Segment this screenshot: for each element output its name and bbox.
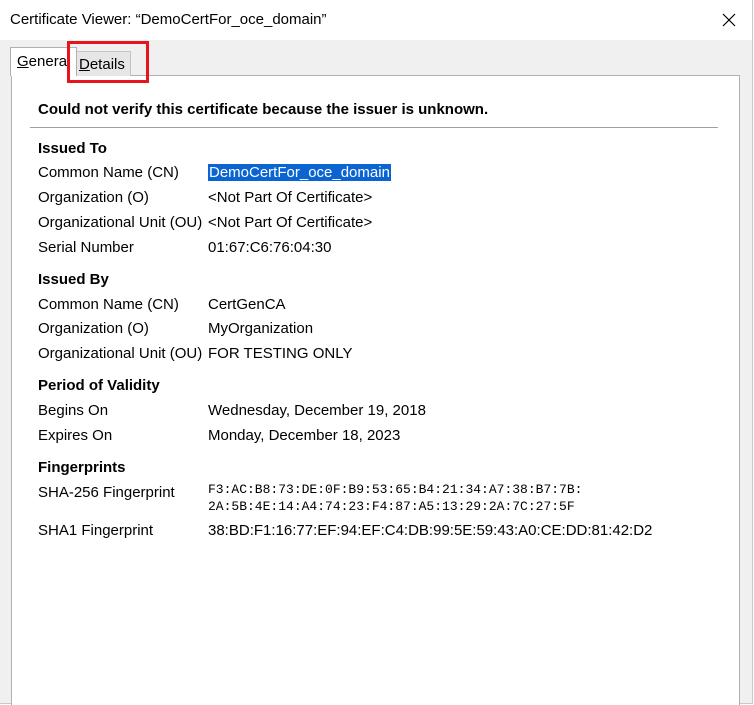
issued-by-ou-label: Organizational Unit (OU) — [38, 345, 203, 362]
sha256-line-1[interactable]: F3:AC:B8:73:DE:0F:B9:53:65:B4:21:34:A7:3… — [208, 481, 582, 498]
close-icon — [722, 13, 736, 27]
verification-warning: Could not verify this certificate becaus… — [38, 101, 489, 118]
tab-general-label: General — [17, 53, 70, 70]
issued-by-o-value[interactable]: MyOrganization — [208, 320, 313, 337]
selected-text[interactable]: DemoCertFor_oce_domain — [208, 164, 391, 181]
begins-on-value[interactable]: Wednesday, December 19, 2018 — [208, 402, 426, 419]
expires-on-label: Expires On — [38, 427, 113, 444]
expires-on-value[interactable]: Monday, December 18, 2023 — [208, 427, 400, 444]
tab-details-rest: etails — [89, 56, 125, 73]
sha1-label: SHA1 Fingerprint — [38, 522, 154, 539]
begins-on-label: Begins On — [38, 402, 109, 419]
tab-details-mnemonic: D — [79, 56, 90, 73]
issued-to-cn-value[interactable]: DemoCertFor_oce_domain — [208, 164, 391, 181]
issued-to-ou-value[interactable]: <Not Part Of Certificate> — [208, 214, 372, 231]
tab-general[interactable]: General — [10, 47, 78, 76]
issued-to-o-value[interactable]: <Not Part Of Certificate> — [208, 189, 372, 206]
serial-number-label: Serial Number — [38, 239, 134, 256]
tab-details-label: Details — [79, 56, 125, 73]
tab-details[interactable]: Details — [73, 51, 131, 76]
sha256-line-2[interactable]: 2A:5B:4E:14:A4:74:23:F4:87:A5:13:29:2A:7… — [208, 498, 575, 515]
issued-to-cn-label: Common Name (CN) — [38, 164, 179, 181]
separator — [30, 127, 718, 128]
close-button[interactable] — [706, 0, 752, 40]
certificate-viewer-window: Certificate Viewer: “DemoCertFor_oce_dom… — [0, 0, 753, 705]
issued-by-cn-label: Common Name (CN) — [38, 296, 179, 313]
issued-by-cn-value[interactable]: CertGenCA — [208, 296, 286, 313]
issued-to-ou-label: Organizational Unit (OU) — [38, 214, 203, 231]
issued-by-heading: Issued By — [38, 271, 109, 288]
validity-heading: Period of Validity — [38, 377, 160, 394]
issued-to-o-label: Organization (O) — [38, 189, 149, 206]
sha1-value[interactable]: 38:BD:F1:16:77:EF:94:EF:C4:DB:99:5E:59:4… — [208, 522, 652, 539]
issued-by-ou-value[interactable]: FOR TESTING ONLY — [208, 345, 352, 362]
serial-number-value[interactable]: 01:67:C6:76:04:30 — [208, 239, 331, 256]
sha256-label: SHA-256 Fingerprint — [38, 484, 175, 501]
tab-general-rest: eneral — [28, 53, 71, 70]
issued-by-o-label: Organization (O) — [38, 320, 149, 337]
title-bar: Certificate Viewer: “DemoCertFor_oce_dom… — [0, 0, 752, 40]
fingerprints-heading: Fingerprints — [38, 459, 126, 476]
window-title: Certificate Viewer: “DemoCertFor_oce_dom… — [10, 11, 327, 28]
issued-to-heading: Issued To — [38, 140, 107, 157]
tab-general-mnemonic: G — [17, 53, 29, 70]
